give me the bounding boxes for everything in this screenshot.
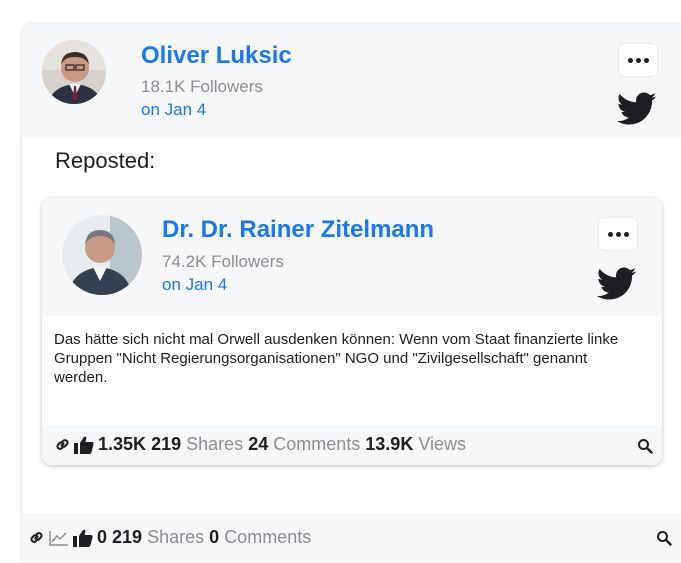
post-shares-count: 219 bbox=[112, 527, 143, 547]
post-likes-count: 0 bbox=[97, 527, 108, 547]
more-icon bbox=[627, 57, 633, 63]
post-stats-bar: 0 219 Shares 0 Comments bbox=[22, 513, 681, 563]
repost-header: Dr. Dr. Rainer Zitelmann 74.2K Followers… bbox=[42, 198, 662, 316]
more-icon bbox=[607, 231, 613, 237]
repost-comments-count: 24 bbox=[248, 434, 269, 454]
post-header: Oliver Luksic 18.1K Followers on Jan 4 bbox=[22, 24, 681, 138]
repost-more-options-button[interactable] bbox=[599, 218, 637, 250]
repost-stats: 1.35K 219 Shares 24 Comments 13.9K Views bbox=[54, 434, 466, 455]
search-icon[interactable] bbox=[637, 438, 653, 454]
repost-views-label: Views bbox=[418, 434, 467, 454]
repost-text: Das hätte sich nicht mal Orwell ausdenke… bbox=[54, 331, 619, 386]
thumbs-up-icon[interactable] bbox=[74, 436, 94, 454]
link-icon[interactable] bbox=[54, 436, 71, 453]
author-avatar[interactable] bbox=[42, 40, 106, 104]
reposted-label: Reposted: bbox=[55, 148, 156, 173]
repost-date[interactable]: on Jan 4 bbox=[162, 275, 227, 295]
repost-author-avatar[interactable] bbox=[62, 215, 142, 295]
reposted-card: Dr. Dr. Rainer Zitelmann 74.2K Followers… bbox=[42, 198, 662, 465]
repost-stats-bar: 1.35K 219 Shares 24 Comments 13.9K Views bbox=[42, 425, 662, 465]
author-followers: 18.1K Followers bbox=[141, 77, 263, 96]
twitter-icon bbox=[617, 92, 657, 125]
repost-author-name[interactable]: Dr. Dr. Rainer Zitelmann bbox=[162, 216, 434, 244]
post-card: Oliver Luksic 18.1K Followers on Jan 4 R… bbox=[22, 24, 681, 563]
chart-icon[interactable] bbox=[49, 530, 69, 546]
post-comments-count: 0 bbox=[209, 527, 220, 547]
link-icon[interactable] bbox=[28, 529, 45, 546]
post-comments-label: Comments bbox=[224, 527, 312, 547]
repost-comments-label: Comments bbox=[273, 434, 361, 454]
more-options-button[interactable] bbox=[619, 44, 657, 76]
search-icon[interactable] bbox=[656, 530, 672, 546]
repost-likes-count: 1.35K bbox=[98, 434, 147, 454]
thumbs-up-icon[interactable] bbox=[73, 529, 93, 547]
post-shares-label: Shares bbox=[147, 527, 205, 547]
repost-views-count: 13.9K bbox=[365, 434, 414, 454]
repost-shares-count: 219 bbox=[151, 434, 182, 454]
author-name[interactable]: Oliver Luksic bbox=[141, 42, 292, 70]
post-stats: 0 219 Shares 0 Comments bbox=[28, 527, 311, 548]
twitter-icon bbox=[597, 267, 637, 300]
repost-author-followers: 74.2K Followers bbox=[162, 252, 284, 271]
post-date[interactable]: on Jan 4 bbox=[141, 100, 206, 120]
repost-shares-label: Shares bbox=[186, 434, 244, 454]
